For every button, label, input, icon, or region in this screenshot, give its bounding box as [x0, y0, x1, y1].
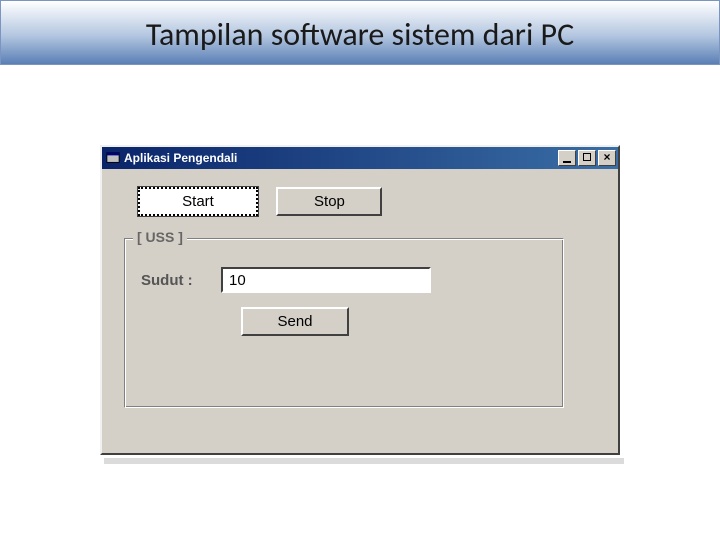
send-button[interactable]: Send	[241, 307, 349, 336]
slide-title-bar: Tampilan software sistem dari PC	[0, 0, 720, 65]
sudut-input[interactable]	[221, 267, 431, 293]
window-shadow	[104, 458, 624, 464]
uss-frame: [ USS ] Sudut : Send	[124, 238, 564, 408]
close-button[interactable]: ×	[598, 150, 616, 166]
maximize-button[interactable]	[578, 150, 596, 166]
sudut-label: Sudut :	[141, 272, 221, 289]
minimize-icon	[559, 161, 575, 163]
window-title: Aplikasi Pengendali	[124, 151, 556, 165]
app-window: Aplikasi Pengendali × Start Stop [ USS ]…	[100, 145, 620, 455]
window-titlebar: Aplikasi Pengendali ×	[102, 147, 618, 169]
maximize-icon	[579, 153, 595, 161]
frame-legend: [ USS ]	[133, 229, 187, 245]
slide-title: Tampilan software sistem dari PC	[1, 15, 719, 54]
start-button[interactable]: Start	[138, 187, 258, 216]
app-icon	[106, 151, 120, 165]
stop-button[interactable]: Stop	[276, 187, 382, 216]
minimize-button[interactable]	[558, 150, 576, 166]
window-controls: ×	[556, 150, 616, 166]
window-body: Start Stop [ USS ] Sudut : Send	[102, 169, 618, 453]
